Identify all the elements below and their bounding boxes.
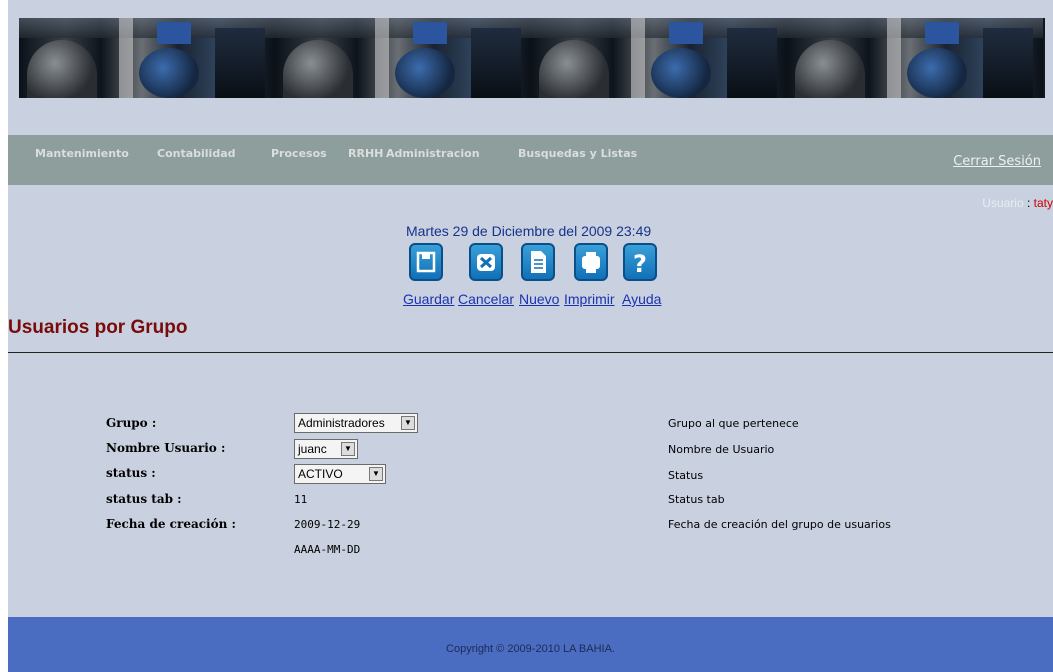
nav-mantenimiento[interactable]: Mantenimiento xyxy=(35,147,129,160)
print-icon[interactable] xyxy=(574,243,608,281)
nav-contabilidad[interactable]: Contabilidad xyxy=(157,147,236,160)
chevron-down-icon[interactable]: ▼ xyxy=(369,467,383,481)
new-button[interactable]: Nuevo xyxy=(519,291,559,307)
date-format-hint: AAAA-MM-DD xyxy=(294,543,361,556)
copyright-text: Copyright © 2009-2010 LA BAHIA. xyxy=(446,643,615,655)
help-icon[interactable]: ? xyxy=(623,243,657,281)
page-title: Usuarios por Grupo xyxy=(8,317,188,338)
svg-text:?: ? xyxy=(633,250,647,278)
cancel-icon[interactable] xyxy=(469,243,503,281)
cancel-button[interactable]: Cancelar xyxy=(458,291,514,307)
group-select-value: Administradores xyxy=(298,416,385,430)
username-select[interactable]: juanc ▼ xyxy=(294,439,358,459)
group-description: Grupo al que pertenece xyxy=(668,417,799,430)
current-user: Usuario : taty xyxy=(982,196,1053,210)
created-date-value: 2009-12-29 xyxy=(294,518,361,531)
username-description: Nombre de Usuario xyxy=(668,443,775,456)
status-tab-value: 11 xyxy=(294,493,308,506)
status-select-value: ACTIVO xyxy=(298,467,343,481)
title-divider xyxy=(8,352,1053,353)
status-select[interactable]: ACTIVO ▼ xyxy=(294,464,386,484)
page-container: Mantenimiento Contabilidad Procesos RRHH… xyxy=(8,0,1053,672)
chevron-down-icon[interactable]: ▼ xyxy=(401,416,415,430)
status-tab-label: status tab : xyxy=(106,492,182,506)
group-label: Grupo : xyxy=(106,416,157,430)
user-label: Usuario xyxy=(982,196,1024,210)
chevron-down-icon[interactable]: ▼ xyxy=(341,442,355,456)
logout-link[interactable]: Cerrar Sesión xyxy=(953,154,1041,169)
main-nav-bar: Mantenimiento Contabilidad Procesos RRHH… xyxy=(8,135,1053,185)
nav-rrhh[interactable]: RRHH xyxy=(348,147,383,160)
save-icon[interactable] xyxy=(409,243,443,281)
new-document-icon[interactable] xyxy=(521,243,555,281)
group-select[interactable]: Administradores ▼ xyxy=(294,413,418,433)
nav-busquedas-listas[interactable]: Busquedas y Listas xyxy=(518,147,637,160)
status-label: status : xyxy=(106,466,156,480)
header-banner-image xyxy=(19,18,1045,98)
footer: Copyright © 2009-2010 LA BAHIA. xyxy=(8,617,1053,672)
username-label: Nombre Usuario : xyxy=(106,441,226,455)
user-separator: : xyxy=(1023,196,1034,210)
status-tab-description: Status tab xyxy=(668,493,725,506)
status-description: Status xyxy=(668,469,704,482)
created-date-label: Fecha de creación : xyxy=(106,517,236,531)
created-date-description: Fecha de creación del grupo de usuarios xyxy=(668,518,891,531)
nav-administracion[interactable]: Administracion xyxy=(386,147,480,160)
help-button[interactable]: Ayuda xyxy=(622,291,661,307)
username-select-value: juanc xyxy=(298,442,327,456)
save-button[interactable]: Guardar xyxy=(403,291,454,307)
user-name: taty xyxy=(1033,196,1053,210)
print-button[interactable]: Imprimir xyxy=(564,291,615,307)
current-date: Martes 29 de Diciembre del 2009 23:49 xyxy=(406,223,652,239)
nav-procesos[interactable]: Procesos xyxy=(271,147,327,160)
